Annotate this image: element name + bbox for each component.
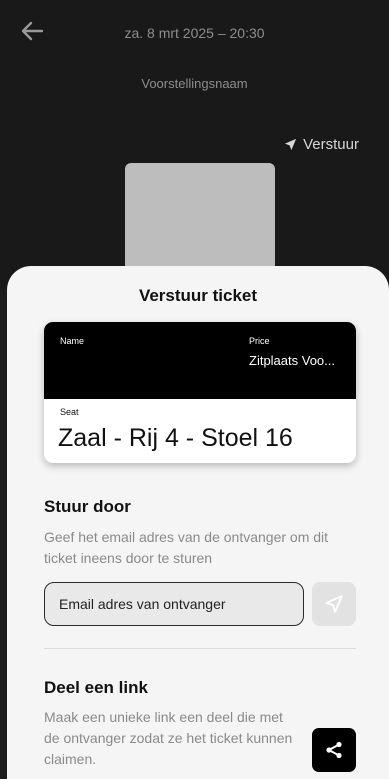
share-icon	[326, 741, 342, 759]
ticket-detail-header: za. 8 mrt 2025 – 20:30 Voorstellingsnaam…	[0, 0, 389, 290]
show-name: Voorstellingsnaam	[141, 76, 248, 91]
ticket-image-placeholder	[125, 163, 275, 283]
price-label: Price	[249, 336, 270, 346]
send-ticket-label: Verstuur	[303, 136, 359, 153]
section-divider	[44, 648, 356, 649]
forward-section-title: Stuur door	[44, 497, 131, 516]
paper-plane-outline-icon	[325, 595, 343, 613]
share-link-button[interactable]	[312, 728, 356, 772]
forward-section-description: Geef het email adres van de ontvanger om…	[44, 529, 329, 566]
send-ticket-link[interactable]: Verstuur	[284, 136, 359, 153]
send-email-button[interactable]	[312, 582, 356, 626]
sheet-title: Verstuur ticket	[138, 286, 258, 305]
price-value: Zitplaats Voo...	[249, 353, 335, 368]
event-datetime: za. 8 mrt 2025 – 20:30	[124, 25, 265, 41]
paper-plane-icon	[285, 138, 297, 151]
email-input[interactable]	[44, 582, 304, 626]
share-section-description: Maak een unieke link een deel die met de…	[44, 709, 293, 767]
seat-label: Seat	[60, 407, 79, 417]
ticket-card-header: Name Price Zitplaats Voo...	[44, 322, 356, 399]
share-section-title: Deel een link	[44, 678, 148, 697]
name-label: Name	[60, 336, 85, 346]
ticket-card: Name Price Zitplaats Voo... Seat Zaal - …	[44, 322, 356, 463]
send-ticket-sheet: Verstuur ticket Name Price Zitplaats Voo…	[7, 266, 389, 779]
seat-value: Zaal - Rij 4 - Stoel 16	[58, 424, 293, 452]
